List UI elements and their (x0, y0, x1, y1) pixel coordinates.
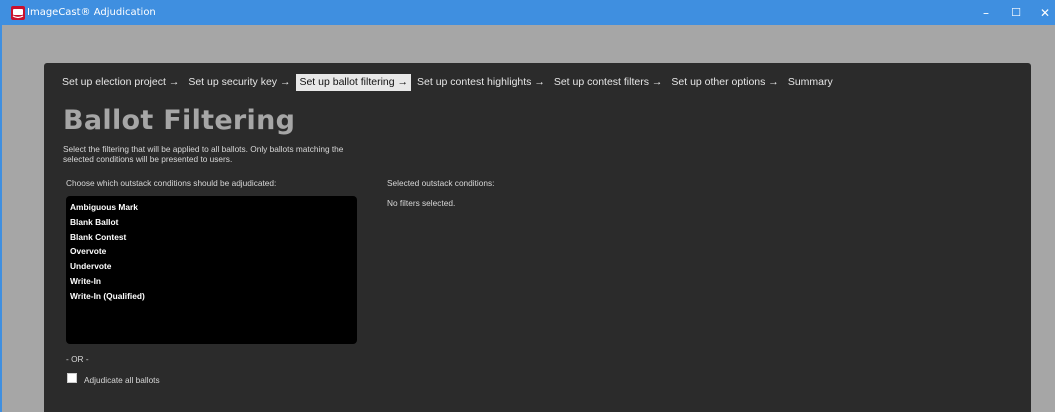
step-security-key[interactable]: Set up security key → (185, 74, 293, 91)
step-summary[interactable]: Summary (785, 74, 836, 91)
list-item-undervote[interactable]: Undervote (70, 259, 353, 274)
list-item-overvote[interactable]: Overvote (70, 244, 353, 259)
page-title: Ballot Filtering (63, 105, 296, 136)
app-logo-icon (11, 5, 25, 20)
outstack-conditions-list[interactable]: Ambiguous Mark Blank Ballot Blank Contes… (66, 196, 357, 344)
window-title: ImageCast® Adjudication (27, 7, 156, 18)
title-bar: ImageCast® Adjudication – ☐ ✕ (2, 0, 1055, 25)
selected-conditions-empty-text: No filters selected. (387, 198, 456, 208)
page-description: Select the filtering that will be applie… (63, 144, 344, 164)
list-item-write-in-qualified[interactable]: Write-In (Qualified) (70, 289, 353, 304)
app-window: ImageCast® Adjudication – ☐ ✕ Set up ele… (0, 0, 1055, 412)
list-item-blank-contest[interactable]: Blank Contest (70, 230, 353, 245)
adjudicate-all-checkbox[interactable] (67, 373, 77, 383)
step-other-options[interactable]: Set up other options → (668, 74, 781, 91)
close-button[interactable]: ✕ (1030, 0, 1055, 25)
list-item-blank-ballot[interactable]: Blank Ballot (70, 215, 353, 230)
maximize-button[interactable]: ☐ (1001, 0, 1031, 25)
maximize-icon: ☐ (1011, 6, 1021, 19)
conditions-list-label: Choose which outstack conditions should … (66, 178, 277, 188)
selected-conditions-label: Selected outstack conditions: (387, 178, 495, 188)
step-ballot-filtering[interactable]: Set up ballot filtering → (296, 73, 412, 91)
close-icon: ✕ (1039, 5, 1051, 20)
adjudicate-all-label[interactable]: Adjudicate all ballots (84, 375, 160, 385)
minimize-icon: – (983, 5, 989, 20)
list-item-write-in[interactable]: Write-In (70, 274, 353, 289)
list-item-ambiguous-mark[interactable]: Ambiguous Mark (70, 200, 353, 215)
step-contest-filters[interactable]: Set up contest filters → (551, 74, 666, 91)
step-contest-highlights[interactable]: Set up contest highlights → (414, 74, 548, 91)
step-election-project[interactable]: Set up election project → (59, 74, 182, 91)
wizard-panel: Set up election project → Set up securit… (44, 63, 1031, 412)
or-divider-label: - OR - (66, 354, 89, 364)
adjudicate-all-option[interactable]: Adjudicate all ballots (67, 371, 160, 385)
wizard-steps-breadcrumb: Set up election project → Set up securit… (59, 73, 836, 91)
minimize-button[interactable]: – (971, 0, 1001, 25)
